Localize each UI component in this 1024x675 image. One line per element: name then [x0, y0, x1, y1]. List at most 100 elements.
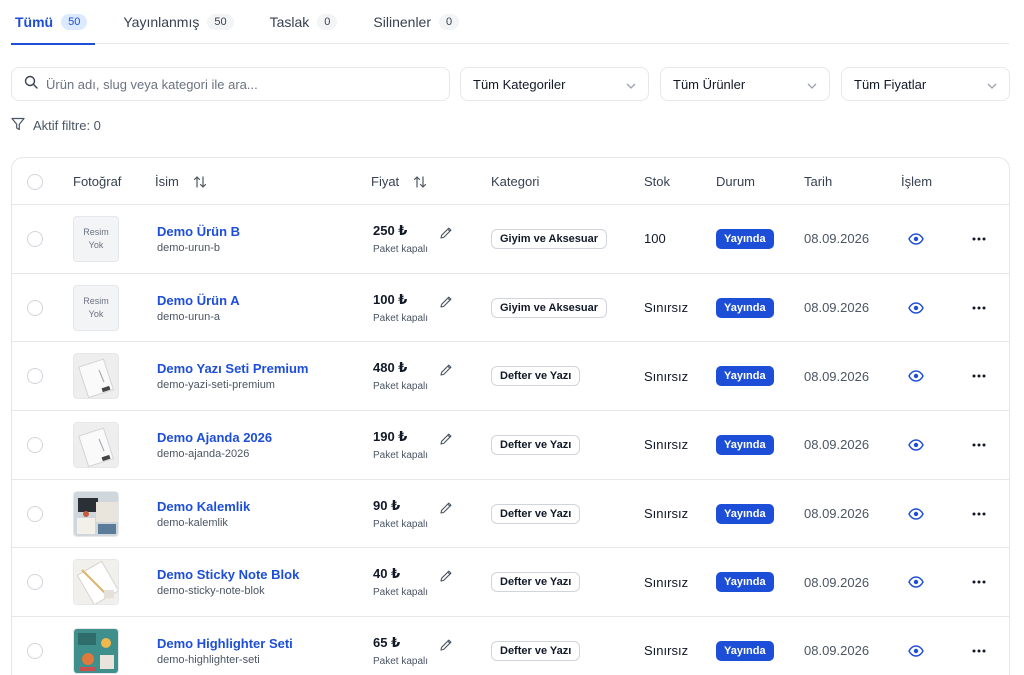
product-image [73, 353, 119, 400]
status-badge: Yayında [716, 297, 774, 318]
header-name[interactable]: İsim [155, 158, 207, 205]
more-options-icon[interactable] [972, 649, 986, 653]
category-badge: Defter ve Yazı [491, 434, 581, 455]
table-row: Demo Yazı Seti Premium demo-yazi-seti-pr… [12, 342, 1009, 412]
eye-icon[interactable] [908, 645, 924, 657]
stock-value: Sınırsız [644, 368, 689, 384]
header-name-label: İsim [155, 174, 179, 189]
more-options-icon[interactable] [972, 443, 986, 447]
status-tabs: Tümü 50 Yayınlanmış 50 Taslak 0 Silinenl… [11, 0, 1009, 45]
search-input[interactable] [46, 76, 426, 92]
product-image [73, 627, 119, 674]
select-all-checkbox[interactable] [27, 173, 43, 190]
category-badge: Defter ve Yazı [491, 572, 581, 593]
product-price: 190 ₺ [373, 428, 408, 444]
pencil-icon[interactable] [439, 363, 453, 377]
product-slug: demo-ajanda-2026 [157, 447, 250, 460]
product-name-link[interactable]: Demo Ajanda 2026 [157, 430, 272, 445]
price-note: Paket kapalı [373, 312, 429, 324]
status-badge: Yayında [716, 228, 774, 249]
row-checkbox[interactable] [27, 299, 43, 316]
search-box [11, 67, 450, 101]
eye-icon[interactable] [908, 507, 924, 520]
price-note: Paket kapalı [373, 655, 429, 667]
eye-icon[interactable] [908, 576, 924, 588]
table-row: Demo Sticky Note Blok demo-sticky-note-b… [12, 548, 1009, 618]
more-options-icon[interactable] [972, 374, 986, 378]
product-name-link[interactable]: Demo Ürün A [157, 293, 240, 308]
category-badge: Defter ve Yazı [491, 640, 581, 661]
chevron-down-icon [626, 77, 636, 92]
product-image: Resim Yok [73, 284, 119, 331]
price-note: Paket kapalı [373, 243, 429, 255]
eye-icon[interactable] [908, 301, 924, 314]
more-options-icon[interactable] [972, 580, 986, 584]
tab-label: Yayınlanmış [123, 13, 200, 30]
status-badge: Yayında [716, 572, 774, 593]
product-name-link[interactable]: Demo Kalemlik [157, 499, 250, 514]
header-photo: Fotoğraf [73, 174, 122, 189]
more-options-icon[interactable] [972, 306, 986, 310]
row-checkbox[interactable] [27, 574, 43, 591]
pencil-icon[interactable] [439, 295, 453, 309]
product-price: 100 ₺ [373, 291, 408, 307]
more-options-icon[interactable] [972, 237, 986, 241]
pencil-icon[interactable] [439, 226, 453, 240]
status-badge: Yayında [716, 434, 774, 455]
products-table: Fotoğraf İsim Fiyat Kategori Stok Durum … [11, 157, 1010, 675]
status-badge: Yayında [716, 503, 774, 524]
tab-deleted[interactable]: Silinenler 0 [369, 0, 463, 44]
tab-published[interactable]: Yayınlanmış 50 [119, 0, 237, 44]
pencil-icon[interactable] [439, 432, 453, 446]
more-options-icon[interactable] [972, 512, 986, 516]
product-image [73, 490, 119, 537]
pencil-icon[interactable] [439, 638, 453, 652]
stock-value: 100 [644, 231, 666, 247]
category-badge: Giyim ve Aksesuar [491, 297, 608, 318]
products-select[interactable]: Tüm Ürünler [660, 67, 830, 101]
price-note: Paket kapalı [373, 587, 429, 599]
product-name-link[interactable]: Demo Yazı Seti Premium [157, 361, 309, 376]
table-row: Resim Yok Demo Ürün A demo-urun-a 100 ₺ P… [12, 274, 1009, 343]
no-image-text: Resim Yok [83, 295, 109, 319]
category-select[interactable]: Tüm Kategoriler [460, 67, 649, 101]
row-checkbox[interactable] [27, 230, 43, 247]
product-name-link[interactable]: Demo Sticky Note Blok [157, 567, 299, 582]
tab-label: Taslak [269, 13, 310, 30]
header-action: İşlem [901, 174, 933, 189]
eye-icon[interactable] [908, 439, 924, 451]
tab-count-badge: 0 [439, 13, 460, 30]
table-row: Demo Highlighter Seti demo-highlighter-s… [12, 617, 1009, 675]
row-checkbox[interactable] [27, 642, 43, 659]
table-header: Fotoğraf İsim Fiyat Kategori Stok Durum … [12, 158, 1009, 205]
product-image: Resim Yok [73, 215, 119, 262]
pencil-icon[interactable] [439, 501, 453, 515]
row-checkbox[interactable] [27, 436, 43, 453]
chevron-down-icon [987, 77, 997, 92]
row-checkbox[interactable] [27, 368, 43, 385]
header-price[interactable]: Fiyat [371, 158, 427, 205]
eye-icon[interactable] [908, 370, 924, 382]
tab-draft[interactable]: Taslak 0 [266, 0, 342, 44]
stock-value: Sınırsız [644, 643, 689, 659]
category-badge: Defter ve Yazı [491, 503, 581, 524]
category-badge: Defter ve Yazı [491, 366, 581, 387]
price-note: Paket kapalı [373, 449, 429, 461]
tab-all[interactable]: Tümü 50 [11, 0, 96, 45]
tab-count-badge: 50 [207, 13, 234, 30]
table-body: Resim Yok Demo Ürün B demo-urun-b 250 ₺ P… [12, 205, 1009, 675]
product-name-link[interactable]: Demo Highlighter Seti [157, 636, 293, 651]
category-select-value: Tüm Kategoriler [473, 76, 566, 92]
price-note: Paket kapalı [373, 381, 429, 393]
row-checkbox[interactable] [27, 505, 43, 522]
pencil-icon[interactable] [439, 569, 453, 583]
eye-icon[interactable] [908, 233, 924, 245]
product-name-link[interactable]: Demo Ürün B [157, 224, 240, 239]
sort-icon[interactable] [193, 175, 207, 189]
date-value: 08.09.2026 [804, 643, 870, 659]
prices-select[interactable]: Tüm Fiyatlar [841, 67, 1010, 101]
date-value: 08.09.2026 [804, 231, 870, 247]
stock-value: Sınırsız [644, 437, 689, 453]
chevron-down-icon [807, 77, 817, 92]
sort-icon[interactable] [413, 175, 427, 189]
